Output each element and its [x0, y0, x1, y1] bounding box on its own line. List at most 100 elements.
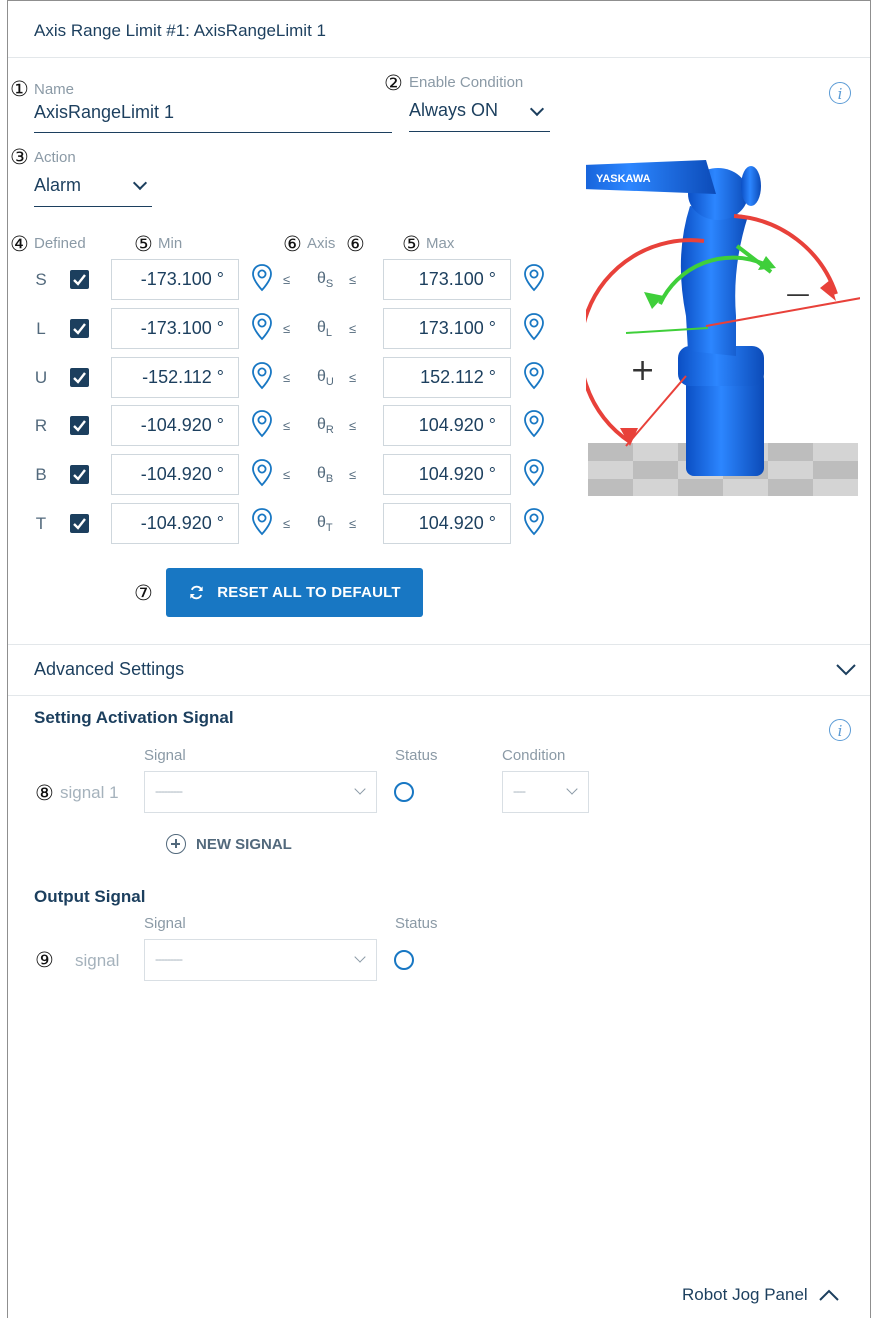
less-equal-sign: ≤ [349, 467, 357, 483]
panel-title: Axis Range Limit #1: AxisRangeLimit 1 [34, 21, 326, 40]
activation-signal-select[interactable]: --------- [144, 771, 377, 813]
axis-min-input[interactable]: -104.920 ° [111, 503, 239, 544]
advanced-settings-header[interactable]: Advanced Settings [8, 645, 870, 694]
marker-5b: ⑤ [402, 232, 421, 256]
axis-defined-checkbox[interactable] [70, 416, 89, 436]
output-title: Output Signal [34, 887, 146, 906]
info-icon[interactable]: i [829, 82, 851, 104]
location-pin-icon[interactable] [251, 263, 273, 293]
chevron-down-icon [132, 175, 148, 191]
activation-condition-select[interactable]: ---- [502, 771, 589, 813]
activation-signal-value: --------- [155, 784, 183, 798]
robot-jog-panel-label: Robot Jog Panel [682, 1285, 808, 1304]
divider [8, 695, 870, 696]
activation-col-signal: Signal [144, 747, 186, 764]
activation-col-condition: Condition [502, 747, 566, 764]
marker-4: ④ [10, 232, 29, 256]
robot-brand: YASKAWA [596, 173, 651, 185]
axis-theta-symbol: θU [317, 367, 334, 388]
location-pin-icon[interactable] [251, 458, 273, 488]
location-pin-icon[interactable] [523, 263, 545, 293]
enable-condition-select[interactable]: Always ON [409, 100, 550, 130]
col-max: Max [426, 235, 455, 252]
less-equal-sign: ≤ [283, 369, 291, 385]
axis-min-input[interactable]: -173.100 ° [111, 307, 239, 349]
chevron-down-icon [836, 664, 856, 676]
less-equal-sign: ≤ [283, 272, 291, 287]
activation-col-status: Status [395, 747, 438, 764]
axis-max-input[interactable]: 173.100 ° [383, 307, 511, 349]
reset-all-label: RESET ALL TO DEFAULT [217, 584, 401, 601]
axis-defined-checkbox[interactable] [70, 318, 89, 338]
location-pin-icon[interactable] [523, 312, 545, 342]
enable-condition-value: Always ON [409, 100, 499, 120]
marker-5: ⑤ [134, 232, 153, 256]
less-equal-sign: ≤ [283, 467, 291, 483]
location-pin-icon[interactable] [251, 409, 273, 439]
axis-min-input[interactable]: -104.920 ° [111, 454, 239, 496]
action-label: Action [34, 149, 76, 166]
output-row-label: signal [75, 951, 120, 970]
robot-jog-panel-toggle[interactable]: Robot Jog Panel [682, 1285, 840, 1305]
axis-max-input[interactable]: 152.112 ° [383, 356, 511, 398]
output-status-radio[interactable] [394, 950, 414, 970]
axis-min-input[interactable]: -173.100 ° [111, 259, 239, 300]
plus-sign: + [630, 353, 655, 388]
axis-max-input[interactable]: 104.920 ° [383, 405, 511, 447]
marker-2: ② [384, 71, 403, 95]
axis-min-input[interactable]: -152.112 ° [111, 356, 239, 398]
output-col-signal: Signal [144, 915, 186, 932]
new-signal-label: NEW SIGNAL [196, 835, 292, 853]
chevron-down-icon [566, 783, 578, 795]
activation-status-radio[interactable] [394, 782, 414, 802]
axis-min-input[interactable]: -104.920 ° [111, 405, 239, 447]
axis-theta-symbol: θT [317, 514, 333, 535]
location-pin-icon[interactable] [523, 507, 545, 537]
name-label: Name [34, 81, 75, 98]
info-icon[interactable]: i [829, 719, 851, 741]
marker-8: ⑧ [35, 781, 54, 805]
new-signal-button[interactable]: NEW SIGNAL [166, 833, 292, 855]
axis-defined-checkbox[interactable] [70, 465, 89, 485]
name-value: AxisRangeLimit 1 [34, 102, 175, 122]
col-defined: Defined [34, 235, 86, 252]
chevron-up-icon [818, 1289, 839, 1301]
col-min: Min [158, 235, 183, 252]
location-pin-icon[interactable] [251, 312, 273, 342]
axis-max-input[interactable]: 104.920 ° [383, 503, 511, 544]
refresh-icon [190, 585, 203, 600]
less-equal-sign: ≤ [349, 272, 357, 287]
location-pin-icon[interactable] [251, 361, 273, 391]
marker-3: ③ [10, 145, 29, 169]
activation-title: Setting Activation Signal [34, 708, 234, 727]
name-underline [34, 132, 392, 133]
axis-defined-checkbox[interactable] [70, 270, 89, 289]
axis-range-limit-panel: Axis Range Limit #1: AxisRangeLimit 1 ① … [7, 0, 871, 1318]
activation-condition-value: ---- [513, 784, 526, 798]
plus-circle-icon [166, 834, 186, 854]
axis-letter: L [36, 318, 46, 338]
action-select[interactable]: Alarm [34, 175, 152, 205]
header-divider [8, 57, 870, 58]
axis-theta-symbol: θB [317, 465, 334, 486]
minus-sign: — [786, 280, 810, 308]
location-pin-icon[interactable] [523, 458, 545, 488]
axis-max-input[interactable]: 173.100 ° [383, 259, 511, 300]
location-pin-icon[interactable] [523, 409, 545, 439]
axis-defined-checkbox[interactable] [70, 514, 89, 533]
reset-all-button[interactable]: RESET ALL TO DEFAULT [166, 568, 423, 617]
axis-max-input[interactable]: 104.920 ° [383, 454, 511, 496]
axis-letter: B [35, 465, 47, 485]
location-pin-icon[interactable] [523, 361, 545, 391]
less-equal-sign: ≤ [283, 516, 291, 531]
axis-defined-checkbox[interactable] [70, 367, 89, 387]
output-col-status: Status [395, 915, 438, 932]
marker-7: ⑦ [134, 581, 153, 605]
less-equal-sign: ≤ [349, 516, 357, 531]
name-input[interactable]: AxisRangeLimit 1 [34, 102, 392, 132]
output-signal-select[interactable]: --------- [144, 939, 377, 981]
activation-row-label: signal 1 [60, 783, 119, 802]
location-pin-icon[interactable] [251, 507, 273, 537]
less-equal-sign: ≤ [283, 320, 291, 336]
marker-1: ① [10, 77, 29, 101]
